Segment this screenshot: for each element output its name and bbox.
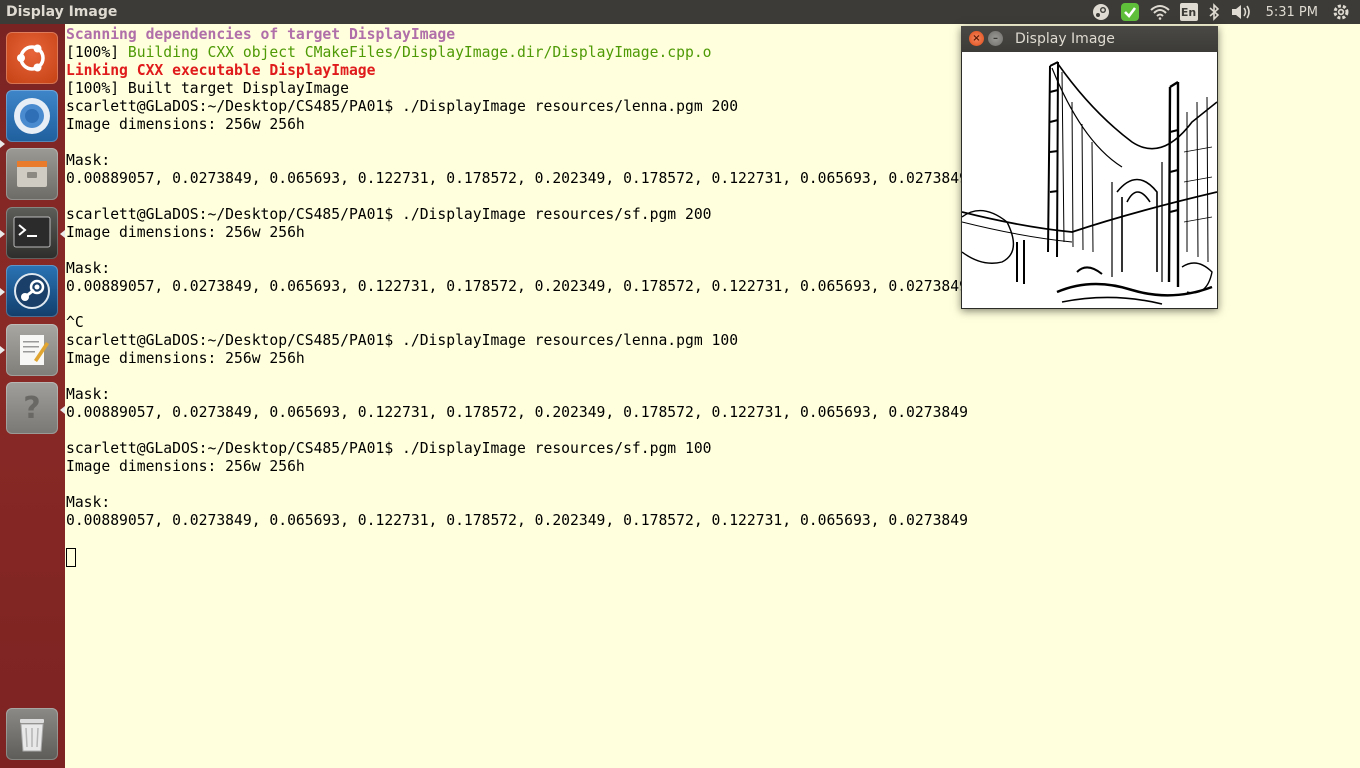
terminal-line: Image dimensions: 256w 256h [66, 350, 1360, 368]
keyboard-language-indicator[interactable]: En [1179, 0, 1198, 24]
trash-icon[interactable] [6, 708, 58, 760]
terminal-line-text: scarlett@GLaDOS:~/Desktop/CS485/PA01$ ./… [66, 98, 739, 115]
running-indicator [0, 288, 5, 296]
terminal-line-text: Scanning dependencies of target DisplayI… [66, 26, 456, 43]
help-icon[interactable]: ? [6, 382, 58, 434]
terminal-line-text: Mask: [66, 494, 111, 511]
bluetooth-icon[interactable] [1208, 0, 1220, 24]
edge-image [962, 52, 1217, 308]
terminal-line-text: Mask: [66, 386, 111, 403]
ubuntu-dash-icon[interactable] [6, 32, 58, 84]
terminal-line-text: Mask: [66, 152, 111, 169]
terminal-line-text: Mask: [66, 260, 111, 277]
terminal-line: scarlett@GLaDOS:~/Desktop/CS485/PA01$ ./… [66, 440, 1360, 458]
update-check-icon[interactable] [1120, 0, 1140, 24]
running-indicator [0, 346, 5, 354]
terminal-line: scarlett@GLaDOS:~/Desktop/CS485/PA01$ ./… [66, 332, 1360, 350]
terminal-line-text: 0.00889057, 0.0273849, 0.065693, 0.12273… [66, 278, 968, 295]
running-indicator [0, 140, 5, 148]
files-icon[interactable] [6, 148, 58, 200]
display-image-window[interactable]: × – Display Image [961, 26, 1218, 309]
terminal-line-text: scarlett@GLaDOS:~/Desktop/CS485/PA01$ ./… [66, 206, 712, 223]
terminal-line-text: scarlett@GLaDOS:~/Desktop/CS485/PA01$ ./… [66, 440, 712, 457]
minimize-button[interactable]: – [988, 31, 1003, 46]
terminal-line-text: scarlett@GLaDOS:~/Desktop/CS485/PA01$ ./… [66, 332, 739, 349]
indicator-area: En 5:31 PM [1092, 0, 1360, 24]
terminal-line-text: Image dimensions: 256w 256h [66, 458, 305, 475]
window-title: Display Image [1015, 31, 1115, 47]
terminal-line-text: [100%] [66, 44, 128, 61]
terminal-line-text: Image dimensions: 256w 256h [66, 350, 305, 367]
launcher: ? [0, 24, 65, 768]
terminal-line: Mask: [66, 386, 1360, 404]
chromium-icon[interactable] [6, 90, 58, 142]
prompt-line [66, 548, 1360, 570]
window-titlebar[interactable]: × – Display Image [961, 26, 1218, 52]
close-button[interactable]: × [969, 31, 984, 46]
text-editor-icon[interactable] [6, 324, 58, 376]
terminal-line-tail: Building CXX object CMakeFiles/DisplayIm… [127, 44, 712, 61]
steam-tray-icon[interactable] [1092, 0, 1110, 24]
terminal-line: ^C [66, 314, 1360, 332]
running-indicator [0, 230, 5, 238]
wifi-icon[interactable] [1149, 0, 1170, 24]
terminal-line-text: 0.00889057, 0.0273849, 0.065693, 0.12273… [66, 512, 968, 529]
terminal-line-text: [100%] Built target DisplayImage [66, 80, 349, 97]
terminal-icon[interactable] [6, 207, 58, 259]
terminal-line-text: ^C [66, 314, 84, 331]
terminal-line: 0.00889057, 0.0273849, 0.065693, 0.12273… [66, 404, 1360, 422]
steam-icon[interactable] [6, 265, 58, 317]
terminal-cursor [66, 548, 76, 567]
terminal-line-text: Linking CXX executable DisplayImage [66, 62, 376, 79]
terminal-line: Image dimensions: 256w 256h [66, 458, 1360, 476]
terminal-line-text: 0.00889057, 0.0273849, 0.065693, 0.12273… [66, 170, 968, 187]
terminal-line: Mask: [66, 494, 1360, 512]
svg-text:?: ? [23, 391, 40, 426]
terminal-line-text: Image dimensions: 256w 256h [66, 224, 305, 241]
volume-icon[interactable] [1230, 0, 1252, 24]
session-gear-icon[interactable] [1332, 0, 1350, 24]
language-label: En [1179, 3, 1198, 21]
terminal-line: 0.00889057, 0.0273849, 0.065693, 0.12273… [66, 512, 1360, 530]
terminal-line-text: 0.00889057, 0.0273849, 0.065693, 0.12273… [66, 404, 968, 421]
terminal-line-text: Image dimensions: 256w 256h [66, 116, 305, 133]
top-panel: Display Image En 5:31 PM [0, 0, 1360, 24]
clock[interactable]: 5:31 PM [1266, 5, 1318, 20]
active-window-title: Display Image [6, 4, 118, 20]
